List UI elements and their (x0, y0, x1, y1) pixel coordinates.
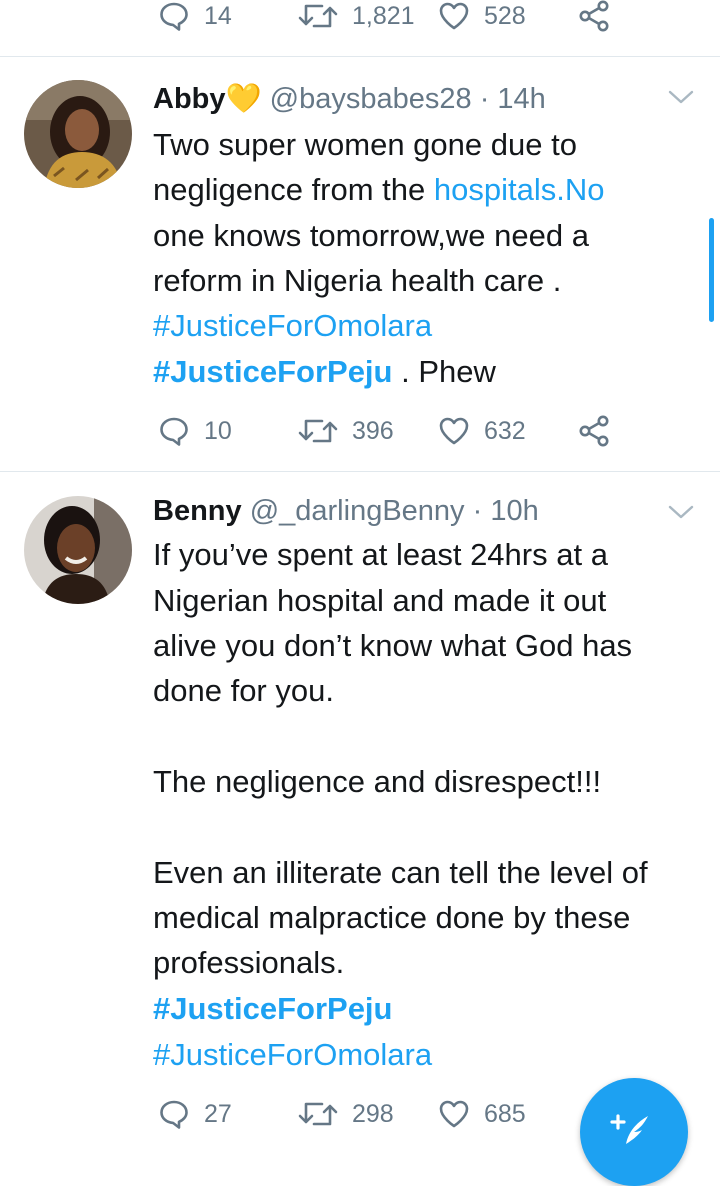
display-name[interactable]: Abby (153, 83, 226, 115)
reply-button[interactable]: 14 (158, 0, 232, 32)
share-button[interactable] (578, 0, 610, 32)
hashtag-justiceforpeju[interactable]: #JusticeForPeju (153, 991, 392, 1026)
tweet-text-line: reform in Nigeria health care . (153, 263, 562, 298)
reply-button[interactable]: 27 (158, 1098, 232, 1130)
hashtag-justiceforomolara[interactable]: #JusticeForOmolara (153, 308, 432, 343)
like-button[interactable]: 632 (438, 415, 526, 447)
tweet-text-line: #JusticeForPeju (153, 990, 392, 1028)
retweet-icon (298, 4, 338, 28)
avatar-photo (24, 80, 132, 188)
reply-count: 10 (204, 416, 232, 445)
tweet-text-line: done for you. (153, 673, 334, 708)
retweet-count: 396 (352, 416, 394, 445)
previous-tweet-actions: 14 1,821 528 (0, 0, 720, 57)
avatar[interactable] (24, 496, 132, 604)
tweet-header: Abby💛 @baysbabes28 · 14h (153, 81, 546, 117)
tweet-text-line: Two super women gone due to (153, 127, 577, 162)
retweet-icon (298, 419, 338, 443)
display-name[interactable]: Benny (153, 495, 242, 527)
like-button[interactable]: 685 (438, 1098, 526, 1130)
retweet-icon (298, 1102, 338, 1126)
share-icon (579, 0, 609, 32)
timestamp[interactable]: · 14h (480, 83, 546, 115)
tweet-text-line: Nigerian hospital and made it out (153, 583, 607, 618)
tweet-text-line: #JusticeForOmolara (153, 1036, 432, 1074)
tweet-header: Benny @_darlingBenny · 10h (153, 493, 539, 529)
hashtag-justiceforomolara[interactable]: #JusticeForOmolara (153, 1037, 432, 1072)
link-hospitals[interactable]: hospitals.No (434, 172, 605, 207)
tweet-text-line: If you’ve spent at least 24hrs at a (153, 537, 608, 572)
tweet-menu-button[interactable] (668, 89, 694, 110)
tweet-text-line: negligence from the hospitals.No (153, 172, 605, 207)
like-count: 685 (484, 1099, 526, 1128)
reply-button[interactable]: 10 (158, 415, 232, 447)
reply-count: 14 (204, 1, 232, 30)
like-button[interactable]: 528 (438, 0, 526, 32)
like-count: 528 (484, 1, 526, 30)
tweet[interactable]: Benny @_darlingBenny · 10h If you’ve spe… (0, 472, 720, 1147)
reply-icon (160, 417, 188, 446)
retweet-button[interactable]: 1,821 (298, 0, 415, 32)
tweet-text-line: The negligence and disrespect!!! (153, 764, 602, 799)
like-icon (439, 1100, 469, 1128)
share-button[interactable] (578, 415, 610, 447)
retweet-button[interactable]: 396 (298, 415, 394, 447)
user-handle[interactable]: @_darlingBenny (250, 495, 465, 527)
reply-count: 27 (204, 1099, 232, 1128)
retweet-count: 1,821 (352, 1, 415, 30)
retweet-button[interactable]: 298 (298, 1098, 394, 1130)
tweet-text-line: Even an illiterate can tell the level of (153, 855, 648, 890)
share-icon (579, 415, 609, 447)
like-count: 632 (484, 416, 526, 445)
hashtag-justiceforpeju[interactable]: #JusticeForPeju (153, 354, 392, 389)
user-handle[interactable]: @baysbabes28 (270, 83, 472, 115)
chevron-down-icon (668, 505, 694, 519)
tweet-text-line: #JusticeForPeju . Phew (153, 354, 496, 389)
tweet-text-line: #JusticeForOmolara (153, 307, 432, 345)
like-icon (439, 2, 469, 30)
reply-icon (160, 2, 188, 31)
reply-icon (160, 1100, 188, 1129)
tweet[interactable]: Abby💛 @baysbabes28 · 14h Two super women… (0, 57, 720, 471)
compose-tweet-button[interactable] (580, 1078, 688, 1186)
tweet-text-line: professionals. (153, 945, 345, 980)
avatar[interactable] (24, 80, 132, 188)
tweet-text-line: one knows tomorrow,we need a (153, 218, 589, 253)
tweet-text-line: alive you don’t know what God has (153, 628, 633, 663)
retweet-count: 298 (352, 1099, 394, 1128)
like-icon (439, 417, 469, 445)
heart-emoji: 💛 (225, 83, 262, 115)
avatar-photo (24, 496, 132, 604)
tweet-menu-button[interactable] (668, 504, 694, 525)
scrollbar[interactable] (709, 218, 714, 322)
timestamp[interactable]: · 10h (473, 495, 539, 527)
tweet-text-line: medical malpractice done by these (153, 900, 631, 935)
chevron-down-icon (668, 90, 694, 104)
compose-icon (610, 1114, 648, 1144)
